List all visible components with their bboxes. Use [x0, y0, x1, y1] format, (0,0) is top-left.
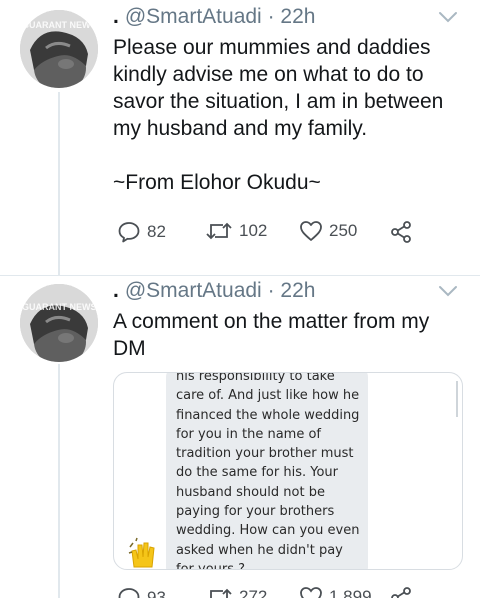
tweet-text-line: ~From Elohor Okudu~	[113, 171, 321, 194]
like-count: 1,899	[329, 587, 372, 598]
avatar-image: GUARANT NEWS	[20, 10, 98, 88]
avatar[interactable]: GUARANT NEWS	[20, 10, 98, 88]
tweet-header: . @SmartAtuadi · 22h	[113, 279, 315, 303]
tweet-text-line	[113, 142, 468, 169]
tweet-text: A comment on the matter from my DM	[113, 308, 468, 362]
bullet-mark: .	[113, 279, 119, 302]
retweet-count: 102	[239, 221, 268, 240]
reply-icon	[118, 222, 140, 243]
tweet-text-line: savor the situation, I am in between	[113, 90, 444, 113]
dm-line: wedding. How can you even	[176, 523, 360, 539]
tweet-text-line: kindly advise me on what to do to	[113, 63, 424, 86]
reply-button[interactable]: 93	[117, 586, 166, 598]
retweet-button[interactable]: 272	[205, 586, 267, 598]
retweet-icon	[210, 588, 232, 598]
attached-image[interactable]: his responsibility to take care of. And …	[113, 372, 463, 570]
share-icon	[391, 221, 411, 243]
dm-message-text: his responsibility to take care of. And …	[176, 372, 368, 570]
dm-line: do the same for his. Your	[176, 465, 338, 481]
reply-count: 93	[147, 588, 166, 598]
like-count: 250	[329, 221, 358, 240]
dm-line: financed the whole wedding	[176, 407, 360, 423]
retweet-icon	[206, 222, 232, 240]
chevron-down-icon[interactable]	[438, 10, 458, 24]
reply-count: 82	[147, 222, 166, 241]
dm-line: husband should not be	[176, 484, 325, 500]
dm-line: paying for your brothers	[176, 504, 335, 520]
like-button[interactable]: 1,899	[299, 586, 372, 598]
separator: ·	[267, 279, 275, 302]
timestamp[interactable]: 22h	[280, 5, 315, 28]
tweet-text-line: Please our mummies and daddies	[113, 36, 431, 59]
avatar[interactable]: GUARANT NEWS	[20, 284, 98, 362]
tweet-text: Please our mummies and daddies kindly ad…	[113, 34, 468, 196]
scroll-edge	[456, 381, 458, 417]
tweet-text-line: A comment on the matter from my	[113, 310, 430, 333]
retweet-button[interactable]: 102	[205, 220, 267, 242]
dm-line: tradition your brother must	[176, 446, 354, 462]
timestamp[interactable]: 22h	[280, 279, 315, 302]
dm-line: for you in the name of	[176, 426, 322, 442]
tweet-feed: GUARANT NEWS . @SmartAtuadi · 22h Please …	[0, 0, 480, 598]
like-button[interactable]: 250	[299, 220, 357, 242]
tweet-1[interactable]: GUARANT NEWS . @SmartAtuadi · 22h Please …	[0, 0, 480, 275]
bullet-mark: .	[113, 5, 119, 28]
dm-line: care of. And just like how he	[176, 388, 360, 404]
user-handle[interactable]: @SmartAtuadi	[125, 279, 262, 302]
clapping-hands-emoji	[128, 537, 155, 568]
thread-line	[58, 92, 60, 275]
share-button[interactable]	[389, 586, 413, 598]
svg-text:GUARANT NEWS: GUARANT NEWS	[22, 20, 97, 30]
retweet-count: 272	[239, 587, 268, 598]
dm-line: asked when he didn't pay	[176, 542, 343, 558]
tweet-actions: 82 102 250	[113, 220, 453, 250]
tweet-header: . @SmartAtuadi · 22h	[113, 5, 315, 29]
dm-line: his responsibility to take	[176, 372, 335, 384]
share-button[interactable]	[389, 220, 413, 244]
dm-line: for yours ?	[176, 561, 246, 570]
chevron-down-icon[interactable]	[438, 284, 458, 298]
svg-text:GUARANT NEWS: GUARANT NEWS	[22, 302, 97, 312]
reply-icon	[118, 588, 140, 598]
tweet-actions: 93 272 1,899	[113, 586, 453, 598]
user-handle[interactable]: @SmartAtuadi	[125, 5, 262, 28]
dm-message-bubble: his responsibility to take care of. And …	[166, 372, 368, 570]
tweet-text-line: DM	[113, 337, 146, 360]
heart-icon	[300, 587, 322, 598]
thread-line	[58, 364, 60, 598]
heart-icon	[300, 221, 322, 241]
avatar-image: GUARANT NEWS	[20, 284, 98, 362]
reply-button[interactable]: 82	[117, 220, 166, 244]
separator: ·	[267, 5, 275, 28]
share-icon	[391, 587, 411, 598]
tweet-text-line: my husband and my family.	[113, 117, 368, 140]
